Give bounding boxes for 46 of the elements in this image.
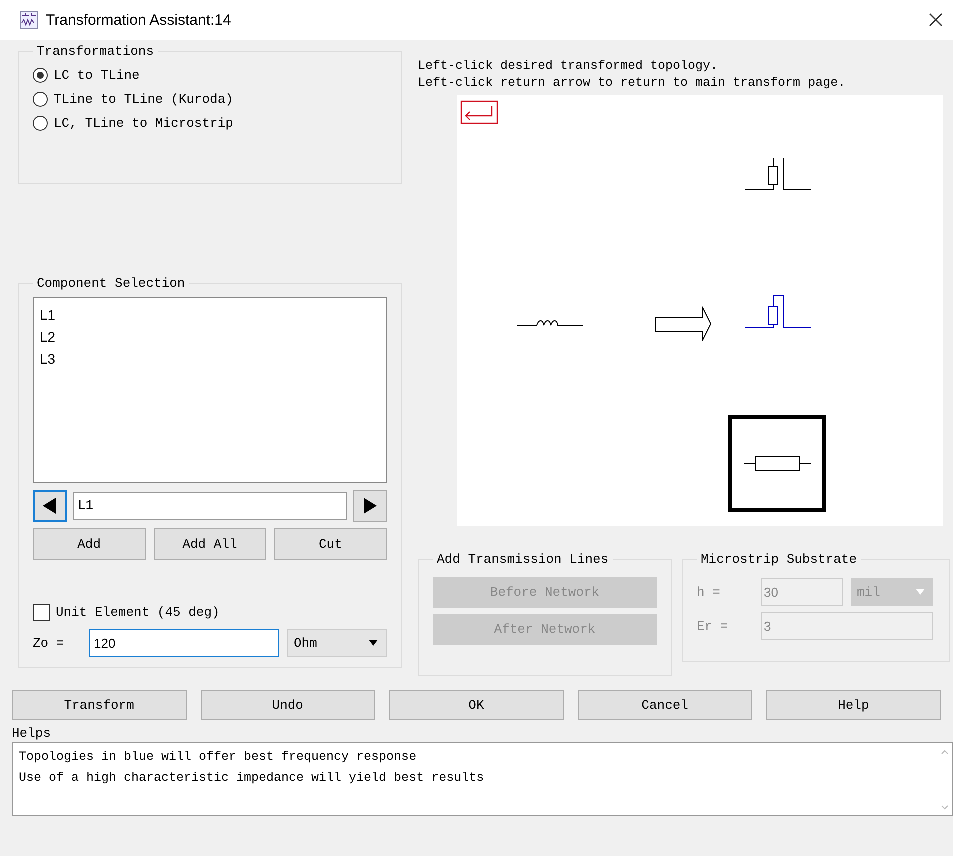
- dialog-button[interactable]: Cancel: [578, 690, 752, 720]
- window-title: Transformation Assistant:14: [46, 12, 232, 28]
- help-line: Topologies in blue will offer best frequency response: [19, 749, 418, 766]
- topology-option[interactable]: [728, 415, 826, 512]
- dialog-button[interactable]: Help: [766, 690, 941, 720]
- topology-option[interactable]: [744, 158, 812, 190]
- component-button[interactable]: Add All: [154, 528, 266, 560]
- unit-element-checkbox[interactable]: [33, 604, 50, 621]
- close-icon[interactable]: [929, 13, 943, 27]
- left-triangle-icon: [43, 498, 57, 514]
- dropdown-arrow-icon: [369, 640, 378, 646]
- inductor-symbol: [516, 320, 584, 326]
- group-title: Transformations: [36, 44, 156, 59]
- group-title: Component Selection: [36, 276, 186, 291]
- app-icon: [20, 11, 38, 29]
- group-title: Microstrip Substrate: [700, 552, 858, 567]
- group-title: Add Transmission Lines: [436, 552, 610, 567]
- dropdown-arrow-icon: [916, 589, 925, 595]
- list-item[interactable]: L3: [40, 348, 380, 370]
- unit-dropdown[interactable]: Ohm: [287, 629, 387, 657]
- dialog-button[interactable]: OK: [389, 690, 564, 720]
- dialog-button[interactable]: Undo: [200, 690, 376, 720]
- component-list[interactable]: L1 L2 L3: [33, 297, 387, 483]
- impedance-field[interactable]: 120: [89, 629, 279, 657]
- checkbox-label: Unit Element (45 deg): [56, 605, 220, 620]
- zo-label: Zo =: [33, 636, 66, 650]
- radio-option[interactable]: TLine to TLine (Kuroda): [33, 87, 387, 111]
- radio-option[interactable]: LC, TLine to Microstrip: [33, 111, 387, 135]
- help-line: Use of a high characteristic impedance will yield best results: [19, 770, 484, 787]
- component-button[interactable]: Add: [33, 528, 146, 560]
- component-button[interactable]: Cut: [274, 528, 388, 560]
- instruction-text: Left-click desired transformed topology.: [418, 58, 720, 75]
- er-label: Er =: [697, 618, 730, 634]
- previous-button[interactable]: [33, 490, 67, 522]
- next-button[interactable]: [353, 490, 387, 522]
- component-field[interactable]: L1: [73, 492, 347, 520]
- list-item[interactable]: L2: [40, 326, 380, 348]
- h-label: h =: [697, 584, 722, 600]
- right-triangle-icon: [363, 498, 377, 514]
- helps-label: Helps: [11, 726, 52, 742]
- dialog-button[interactable]: Transform: [12, 690, 187, 720]
- instruction-text: Left-click return arrow to return to main transform page.: [418, 75, 847, 92]
- radio-option[interactable]: LC to TLine: [33, 63, 387, 87]
- topology-option[interactable]: [744, 295, 812, 328]
- transform-arrow-icon: [655, 306, 712, 342]
- list-item[interactable]: L1: [40, 304, 380, 326]
